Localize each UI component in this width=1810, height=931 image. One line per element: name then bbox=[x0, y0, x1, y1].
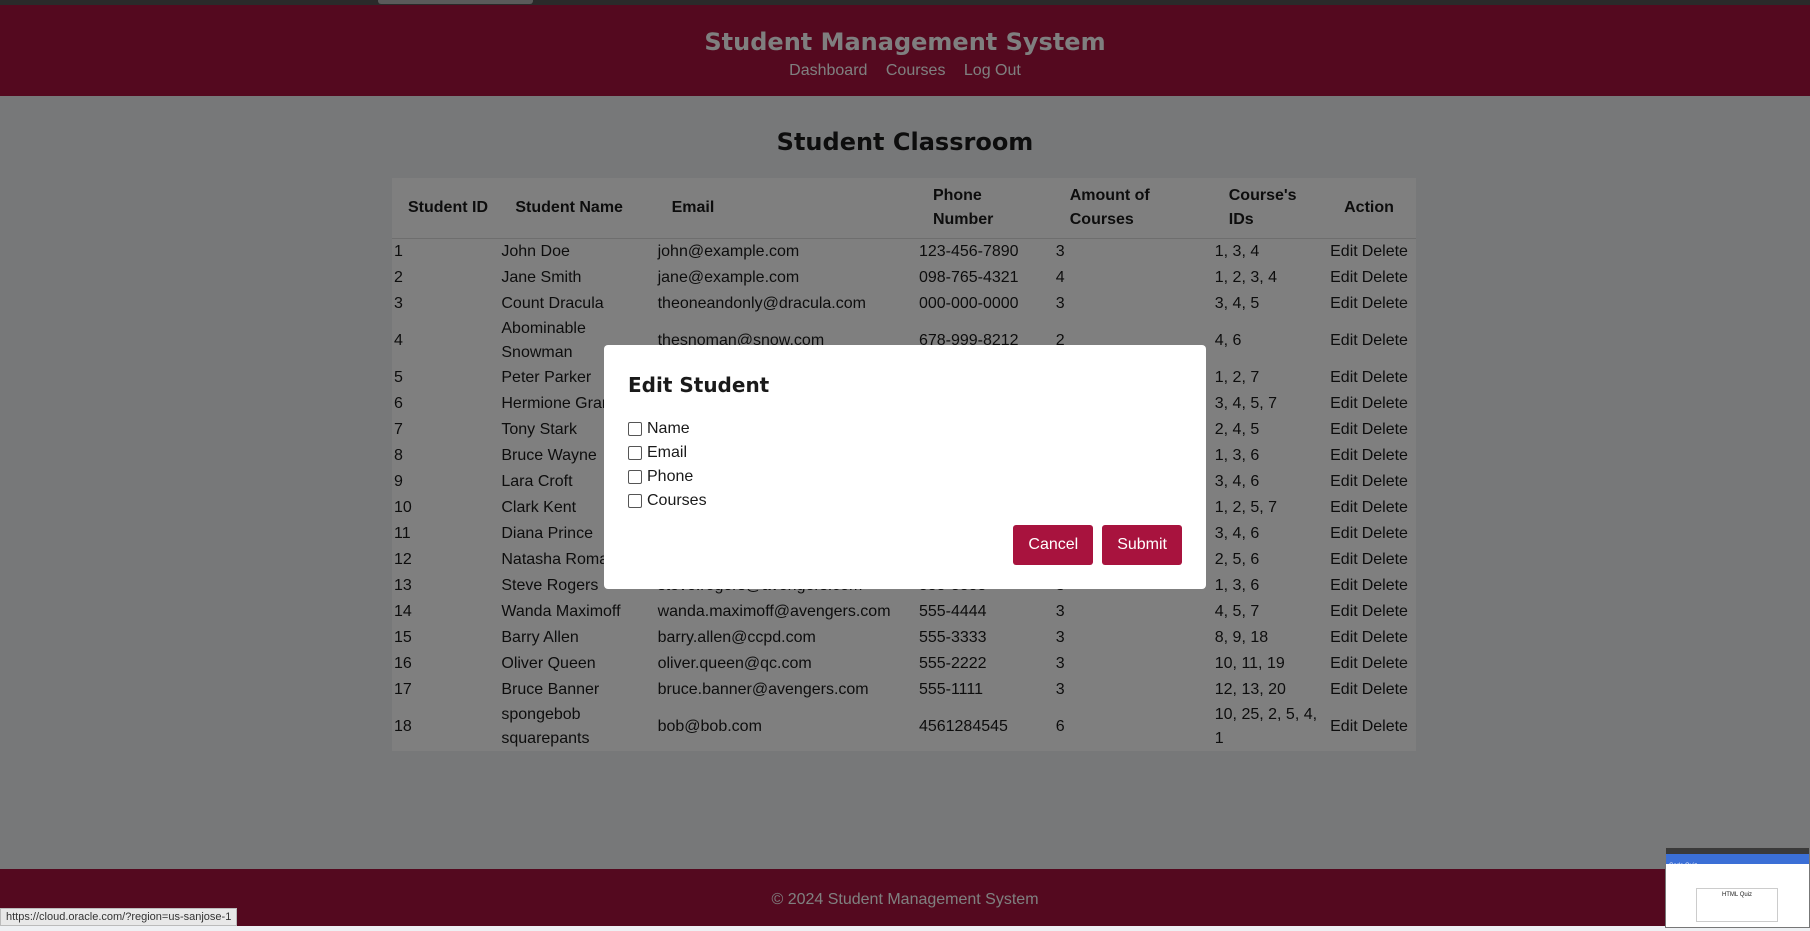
option-label: Email bbox=[647, 444, 688, 461]
status-bar-url: https://cloud.oracle.com/?region=us-sanj… bbox=[0, 908, 238, 926]
option-label: Courses bbox=[647, 492, 707, 509]
browser-tab[interactable] bbox=[378, 0, 533, 4]
option-label: Name bbox=[647, 420, 690, 437]
thumbnail-card-title: HTML Quiz bbox=[1721, 892, 1753, 898]
thumbnail-banner-text: Code Quiz bbox=[1669, 863, 1698, 869]
option-phone[interactable]: Phone bbox=[628, 465, 707, 489]
option-name[interactable]: Name bbox=[628, 417, 707, 441]
checkbox-name[interactable] bbox=[628, 422, 642, 436]
thumbnail-card: HTML Quiz bbox=[1696, 888, 1778, 922]
thumbnail-banner: Code Quiz bbox=[1666, 854, 1809, 869]
field-options: Name Email Phone Courses bbox=[628, 417, 707, 513]
submit-button[interactable]: Submit bbox=[1102, 525, 1182, 565]
checkbox-email[interactable] bbox=[628, 446, 642, 460]
modal-title: Edit Student bbox=[628, 373, 770, 397]
option-courses[interactable]: Courses bbox=[628, 489, 707, 513]
window-thumbnail[interactable]: Code Quiz HTML Quiz bbox=[1665, 847, 1810, 928]
option-email[interactable]: Email bbox=[628, 441, 707, 465]
cancel-button[interactable]: Cancel bbox=[1013, 525, 1094, 565]
option-label: Phone bbox=[647, 468, 694, 485]
checkbox-phone[interactable] bbox=[628, 470, 642, 484]
checkbox-courses[interactable] bbox=[628, 494, 642, 508]
edit-student-modal: Edit Student Name Email Phone Courses Ca… bbox=[604, 345, 1206, 589]
modal-actions: Cancel Submit bbox=[1013, 525, 1182, 565]
